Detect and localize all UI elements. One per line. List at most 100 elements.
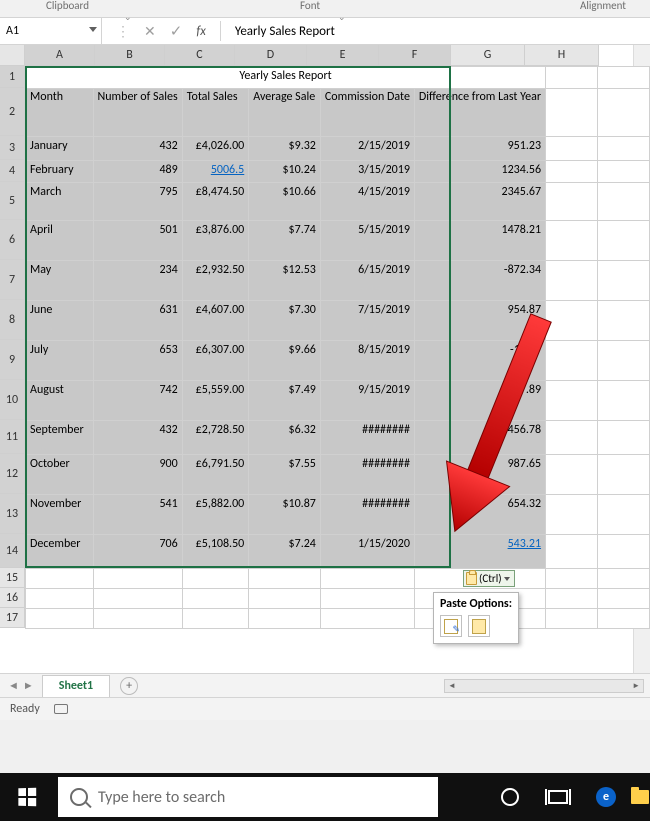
cell[interactable]	[546, 221, 598, 261]
cell[interactable]	[26, 569, 94, 589]
column-header[interactable]: C	[165, 45, 235, 66]
ribbon-launcher-icon[interactable]	[124, 6, 134, 14]
cell[interactable]: £6,307.00	[182, 341, 249, 381]
cell[interactable]: ########	[320, 421, 414, 455]
paste-options-button[interactable]: (Ctrl)	[463, 570, 515, 587]
fx-icon[interactable]: fx	[196, 24, 206, 39]
cell[interactable]: June	[26, 301, 94, 341]
cell[interactable]	[546, 67, 598, 89]
cell[interactable]: 9/15/2019	[320, 381, 414, 421]
cell[interactable]: 456.78	[414, 421, 545, 455]
cell[interactable]: April	[26, 221, 94, 261]
cell[interactable]	[598, 261, 650, 301]
cell[interactable]: $9.32	[249, 137, 321, 161]
cell[interactable]	[598, 301, 650, 341]
cell[interactable]	[598, 341, 650, 381]
paste-option-values[interactable]	[468, 615, 490, 637]
cell[interactable]: £3,876.00	[182, 221, 249, 261]
cell[interactable]: May	[26, 261, 94, 301]
start-button[interactable]	[0, 773, 54, 821]
edge-button[interactable]: e	[582, 773, 630, 821]
cell[interactable]	[93, 609, 182, 629]
cell[interactable]: 631	[93, 301, 182, 341]
cell[interactable]: $7.49	[249, 381, 321, 421]
row-header[interactable]: 4	[0, 160, 25, 182]
cell[interactable]: Month	[26, 89, 94, 137]
select-all-corner[interactable]	[0, 45, 25, 66]
file-explorer-button[interactable]	[630, 773, 650, 821]
cell[interactable]: £5,882.00	[182, 495, 249, 535]
cell[interactable]: 654.32	[414, 495, 545, 535]
row-header[interactable]: 11	[0, 420, 25, 454]
cell[interactable]: Commission Date	[320, 89, 414, 137]
row-header[interactable]: 3	[0, 136, 25, 160]
taskbar-search[interactable]: Type here to search	[58, 777, 438, 817]
cell[interactable]: £2,728.50	[182, 421, 249, 455]
cell[interactable]: Yearly Sales Report	[26, 67, 546, 89]
cell[interactable]: 4/15/2019	[320, 183, 414, 221]
cell[interactable]: $7.24	[249, 535, 321, 569]
cell[interactable]	[546, 381, 598, 421]
cell[interactable]	[26, 609, 94, 629]
cell[interactable]	[182, 569, 249, 589]
row-header[interactable]: 14	[0, 534, 25, 568]
cell[interactable]: $10.66	[249, 183, 321, 221]
cell[interactable]: 706	[93, 535, 182, 569]
cell[interactable]	[249, 609, 321, 629]
cell[interactable]	[26, 589, 94, 609]
cell[interactable]	[598, 89, 650, 137]
column-header[interactable]: B	[95, 45, 165, 66]
cell[interactable]	[546, 535, 598, 569]
row-header[interactable]: 2	[0, 88, 25, 136]
cell[interactable]: $10.87	[249, 495, 321, 535]
cell[interactable]	[320, 609, 414, 629]
cell[interactable]	[598, 183, 650, 221]
cell[interactable]	[546, 89, 598, 137]
cell[interactable]	[546, 609, 598, 629]
cell[interactable]: ########	[320, 495, 414, 535]
cell[interactable]: 2/15/2019	[320, 137, 414, 161]
cell[interactable]	[546, 161, 598, 183]
cell[interactable]: Difference from Last Year	[414, 89, 545, 137]
row-header[interactable]: 15	[0, 568, 25, 588]
cell[interactable]	[546, 341, 598, 381]
horizontal-scrollbar[interactable]	[444, 679, 644, 693]
row-header[interactable]: 5	[0, 182, 25, 220]
cell[interactable]	[546, 137, 598, 161]
cell[interactable]	[546, 589, 598, 609]
cell[interactable]	[598, 67, 650, 89]
cell[interactable]: 432	[93, 137, 182, 161]
cell[interactable]: August	[26, 381, 94, 421]
cell[interactable]: 543.21	[414, 535, 545, 569]
cell[interactable]: 653	[93, 341, 182, 381]
row-header[interactable]: 8	[0, 300, 25, 340]
cell[interactable]	[249, 589, 321, 609]
cell[interactable]: 3/15/2019	[320, 161, 414, 183]
cell[interactable]	[546, 301, 598, 341]
cell[interactable]: November	[26, 495, 94, 535]
task-view-button[interactable]	[534, 773, 582, 821]
cell[interactable]: 1234.56	[414, 161, 545, 183]
cell[interactable]: -872.34	[414, 261, 545, 301]
cell[interactable]	[93, 589, 182, 609]
cell[interactable]: £4,607.00	[182, 301, 249, 341]
cortana-button[interactable]	[486, 773, 534, 821]
cell[interactable]	[182, 589, 249, 609]
cell[interactable]	[320, 589, 414, 609]
cell[interactable]: 1478.21	[414, 221, 545, 261]
cell[interactable]: July	[26, 341, 94, 381]
cell[interactable]	[598, 381, 650, 421]
cell[interactable]: $7.74	[249, 221, 321, 261]
cell[interactable]	[598, 137, 650, 161]
cell[interactable]: ########	[320, 455, 414, 495]
cell[interactable]: 2345.67	[414, 183, 545, 221]
cell[interactable]	[546, 569, 598, 589]
cell[interactable]: October	[26, 455, 94, 495]
cell[interactable]: September	[26, 421, 94, 455]
column-header[interactable]: F	[379, 45, 451, 66]
cell[interactable]: 954.87	[414, 301, 545, 341]
cell[interactable]	[546, 455, 598, 495]
cell[interactable]	[546, 261, 598, 301]
row-header[interactable]: 7	[0, 260, 25, 300]
sheet-tab-sheet1[interactable]: Sheet1	[42, 675, 110, 697]
